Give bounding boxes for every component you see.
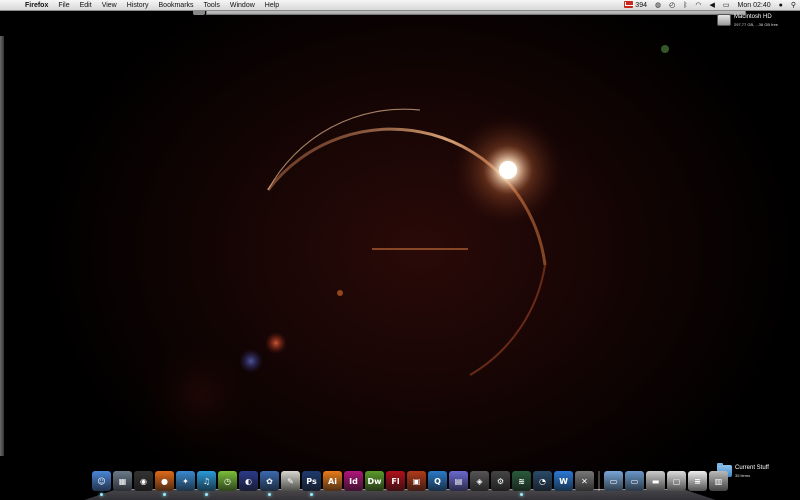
adium-icon[interactable]: ✿ <box>260 471 279 496</box>
time-machine-menu-icon[interactable]: ◴ <box>665 0 679 11</box>
finder-icon[interactable]: ☺ <box>92 471 111 496</box>
acrobat-icon[interactable]: ◈ <box>470 471 489 491</box>
running-indicator <box>100 493 103 496</box>
utility-icon[interactable]: ⚙ <box>491 471 510 491</box>
documents-folder-icon[interactable]: ▭ <box>625 471 644 491</box>
itunes-icon[interactable]: ♫ <box>197 471 216 496</box>
quicktime-icon[interactable]: Q <box>428 471 447 491</box>
applications-folder-icon[interactable]: ▭ <box>604 471 623 491</box>
dreamweaver-icon[interactable]: Dw <box>365 471 384 491</box>
status-menus: 394 ◍ ◴ ᛒ ◠ ◀ ▭ Mon 02:40 ● ⚲ <box>620 0 800 11</box>
indesign-icon[interactable]: Id <box>344 471 363 491</box>
wifi-icon[interactable]: ◠ <box>691 0 705 11</box>
clock-icon[interactable]: ◷ <box>218 471 237 491</box>
dashboard-icon[interactable]: ◉ <box>134 471 153 491</box>
drive-icon[interactable]: ▬ <box>646 471 665 491</box>
menu-bar: Firefox File Edit View History Bookmarks… <box>0 0 800 11</box>
stack-icon[interactable]: ▤ <box>449 471 468 491</box>
menu-file[interactable]: File <box>53 0 74 11</box>
dock-icons: ☺ ▦ ◉ ● ✦ ♫ ◷ ◐ ✿ ✎ Ps Ai Id Dw Fl ▣ Q ▤ ◈ ⚙ ≋ ◔ W ✕ ▭ ▭ ▬ ▢ ≡ ▥ <box>92 471 728 496</box>
time-machine-icon[interactable]: ◔ <box>533 471 552 491</box>
mail-count: 394 <box>635 1 647 9</box>
menu-history[interactable]: History <box>122 0 154 11</box>
activity-monitor-icon[interactable]: ≋ <box>512 471 531 496</box>
illustrator-icon[interactable]: Ai <box>323 471 342 491</box>
picture-doc-icon[interactable]: ▢ <box>667 471 686 491</box>
spotlight-icon[interactable]: ⚲ <box>787 0 800 11</box>
dock: ☺ ▦ ◉ ● ✦ ♫ ◷ ◐ ✿ ✎ Ps Ai Id Dw Fl ▣ Q ▤ ◈ ⚙ ≋ ◔ W ✕ ▭ ▭ ▬ ▢ ≡ ▥ <box>84 469 728 500</box>
running-indicator <box>163 493 166 496</box>
hard-drive-icon <box>717 14 731 26</box>
flash-icon[interactable]: Fl <box>386 471 405 491</box>
running-indicator <box>310 493 313 496</box>
folder-info: 35 items <box>735 473 751 478</box>
desktop-wallpaper <box>0 0 800 500</box>
desktop-icon-macintosh-hd[interactable]: Macintosh HD 297.77 GB, ...36 GB free <box>717 14 778 28</box>
trash-icon[interactable]: ▥ <box>709 471 728 491</box>
mail-status[interactable]: 394 <box>620 0 651 11</box>
expose-icon[interactable]: ▦ <box>113 471 132 491</box>
folder-name: Current Stuff <box>735 465 769 471</box>
safari-icon[interactable]: ✦ <box>176 471 195 491</box>
sync-icon[interactable]: ◍ <box>651 0 665 11</box>
tools-icon[interactable]: ✕ <box>575 471 594 491</box>
menu-help[interactable]: Help <box>260 0 284 11</box>
eclipse-graphic <box>130 45 669 465</box>
hd-name: Macintosh HD <box>734 14 772 20</box>
text-doc-icon[interactable]: ≡ <box>688 471 707 491</box>
firefox-window-edge[interactable] <box>0 36 4 456</box>
wunderlist-icon[interactable]: W <box>554 471 573 491</box>
volume-icon[interactable]: ◀ <box>706 0 719 11</box>
menu-firefox[interactable]: Firefox <box>20 0 53 11</box>
user-icon[interactable]: ● <box>775 0 787 11</box>
photoshop-icon[interactable]: Ps <box>302 471 321 496</box>
clock[interactable]: Mon 02:40 <box>734 0 775 11</box>
menu-window[interactable]: Window <box>225 0 260 11</box>
menu-view[interactable]: View <box>97 0 122 11</box>
gmail-icon <box>624 1 634 9</box>
menu-tools[interactable]: Tools <box>199 0 225 11</box>
firefox-icon[interactable]: ● <box>155 471 174 496</box>
dock-separator[interactable] <box>598 471 600 491</box>
hd-info: 297.77 GB, ...36 GB free <box>734 22 779 27</box>
bluetooth-icon[interactable]: ᛒ <box>679 0 691 11</box>
running-indicator <box>205 493 208 496</box>
running-indicator <box>520 493 523 496</box>
running-indicator <box>268 493 271 496</box>
battery-icon[interactable]: ▭ <box>719 0 734 11</box>
notes-icon[interactable]: ✎ <box>281 471 300 491</box>
menu-bookmarks[interactable]: Bookmarks <box>154 0 199 11</box>
menu-edit[interactable]: Edit <box>75 0 97 11</box>
photo-icon[interactable]: ▣ <box>407 471 426 491</box>
orb-icon[interactable]: ◐ <box>239 471 258 491</box>
